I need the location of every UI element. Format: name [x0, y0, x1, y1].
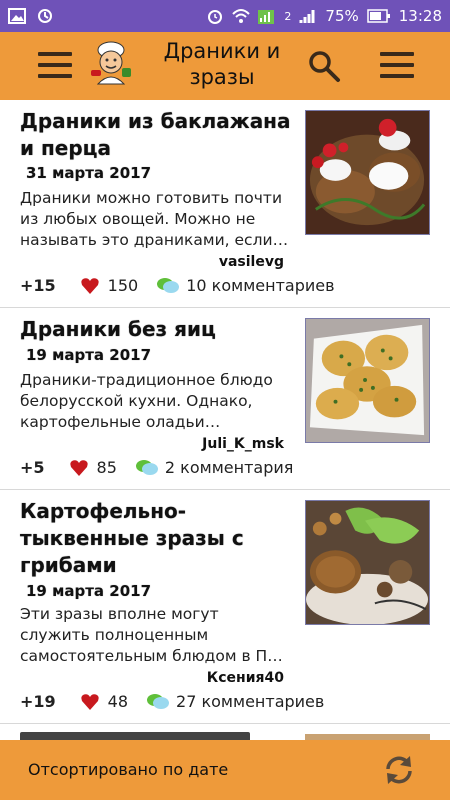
list-item[interactable]: Картофельно-тыквенные зразы с грибами 19… — [0, 490, 450, 724]
status-bar: 2 75% 13:28 — [0, 0, 450, 32]
heart-icon — [81, 277, 99, 294]
article-stats: +15 150 10 комментариев — [20, 276, 335, 295]
article-date: 19 марта 2017 — [26, 582, 152, 600]
refresh-icon[interactable] — [382, 753, 416, 787]
battery-percent: 75% — [325, 7, 359, 25]
search-icon[interactable] — [306, 48, 342, 84]
likes-count: 85 — [96, 458, 117, 477]
article-date: 31 марта 2017 — [26, 164, 152, 182]
heart-icon — [69, 459, 88, 476]
comments-count[interactable]: 2 комментария — [165, 458, 293, 477]
likes-count: 48 — [107, 692, 129, 711]
page-title: Драники и зразы — [163, 39, 281, 89]
image-notification-icon — [8, 8, 26, 24]
alarm-icon — [208, 10, 223, 24]
rating: +19 — [20, 692, 56, 711]
comments-icon — [147, 693, 170, 709]
sort-footer: Отсортировано по дате — [0, 740, 450, 800]
rating: +15 — [20, 276, 56, 295]
article-author[interactable]: Ксения40 — [207, 670, 284, 686]
comments-count[interactable]: 27 комментариев — [176, 692, 324, 711]
wifi-icon — [232, 9, 251, 23]
clock: 13:28 — [398, 7, 442, 25]
sync-notification-icon — [38, 9, 52, 23]
sim-label: 2 — [284, 9, 292, 23]
likes-count: 150 — [107, 276, 139, 295]
article-description: Драники можно готовить почти из любых ов… — [20, 189, 289, 249]
article-title[interactable]: Картофельно-тыквенные зразы с грибами — [20, 498, 292, 579]
signal-1-icon — [258, 10, 275, 24]
article-thumbnail-image[interactable] — [305, 110, 430, 235]
list-item[interactable]: Драники без яиц 19 марта 2017 Драники-тр… — [0, 308, 450, 490]
heart-icon — [81, 693, 99, 710]
article-author[interactable]: vasilevg — [219, 254, 284, 270]
article-stats: +19 48 27 комментариев — [20, 692, 324, 711]
article-author[interactable]: Juli_K_msk — [202, 436, 284, 452]
battery-icon — [367, 9, 390, 23]
list-item[interactable]: Драники из баклажана и перца 31 марта 20… — [0, 100, 450, 308]
rating: +5 — [20, 458, 45, 477]
article-date: 19 марта 2017 — [26, 346, 152, 364]
signal-2-icon — [299, 10, 315, 23]
app-bar: Драники и зразы — [0, 32, 450, 100]
comments-icon — [135, 459, 158, 475]
comments-icon — [157, 277, 180, 293]
comments-count[interactable]: 10 комментариев — [186, 276, 334, 295]
article-title[interactable]: Драники без яиц — [20, 316, 292, 343]
article-thumbnail-image[interactable] — [305, 318, 430, 443]
article-description: Драники-традиционное блюдо белорусской к… — [20, 371, 273, 431]
overflow-menu-icon[interactable] — [380, 52, 414, 78]
article-title[interactable]: Драники из баклажана и перца — [20, 108, 292, 162]
sort-label[interactable]: Отсортировано по дате — [28, 760, 228, 779]
next-list-item-peek — [0, 726, 450, 740]
chef-logo-icon — [91, 41, 131, 85]
article-description: Эти зразы вполне могут служить полноценн… — [20, 605, 283, 665]
hamburger-icon[interactable] — [38, 52, 72, 78]
article-stats: +5 85 2 комментария — [20, 458, 293, 477]
article-thumbnail-image[interactable] — [305, 500, 430, 625]
